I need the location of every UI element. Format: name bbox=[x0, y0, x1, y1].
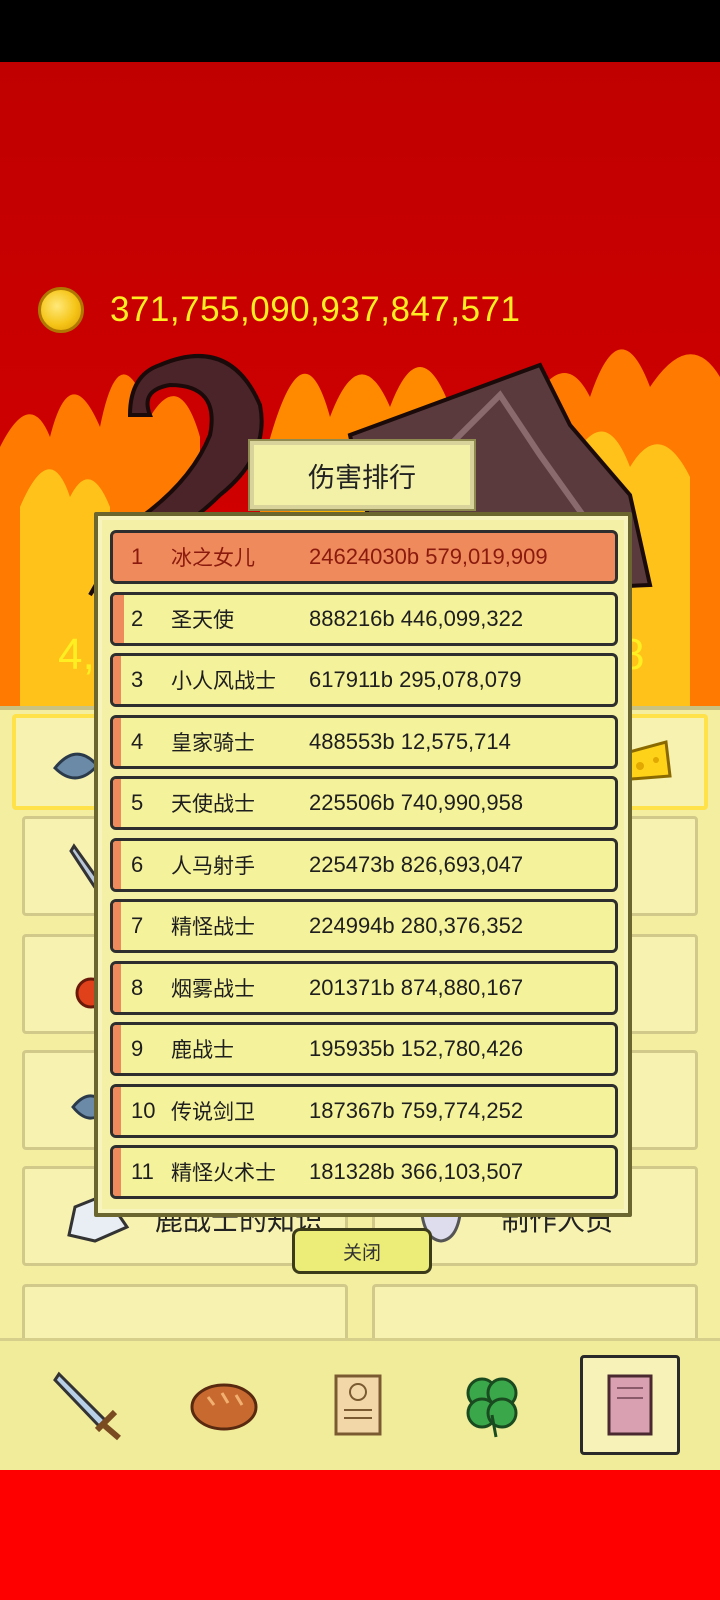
damage-value: 24624030b 579,019,909 bbox=[309, 544, 548, 569]
gold-coin-icon bbox=[38, 287, 84, 333]
ranking-row[interactable]: 4 皇家骑士 488553b 12,575,714 bbox=[110, 714, 618, 769]
status-bar bbox=[0, 0, 720, 62]
rank-number: 9 bbox=[131, 1036, 144, 1061]
rank-number: 5 bbox=[131, 790, 144, 815]
ranking-row[interactable]: 3 小人风战士 617911b 295,078,079 bbox=[110, 653, 618, 707]
close-button[interactable]: 关闭 bbox=[292, 1228, 432, 1274]
hero-name: 冰之女儿 bbox=[171, 546, 255, 570]
damage-value: 225473b 826,693,047 bbox=[309, 851, 524, 877]
hero-name: 圣天使 bbox=[171, 607, 234, 632]
damage-ranking-modal: 1 冰之女儿 24624030b 579,019,909 2 圣天使 888216b 44… bbox=[94, 512, 632, 1217]
hero-name: 传说剑卫 bbox=[171, 1099, 255, 1124]
currency-amount: 371,755,090,937,847,571 bbox=[110, 290, 521, 329]
ranking-row[interactable]: 11 精怪火术士 181328b 366,103,507 bbox=[110, 1145, 618, 1199]
damage-share-bar bbox=[113, 656, 121, 704]
damage-value: 181328b 366,103,507 bbox=[309, 1159, 524, 1184]
rank-number: 3 bbox=[131, 667, 144, 692]
damage-value: 195935b 152,780,426 bbox=[309, 1036, 524, 1061]
ranking-row[interactable]: 7 精怪战士 224994b 280,376,352 bbox=[110, 899, 618, 953]
damage-share-bar bbox=[113, 1025, 121, 1073]
hero-name: 精怪火术士 bbox=[171, 1161, 276, 1185]
nav-sword-button[interactable] bbox=[40, 1355, 140, 1455]
ranking-row[interactable]: 9 鹿战士 195935b 152,780,426 bbox=[110, 1022, 618, 1076]
rank-number: 7 bbox=[131, 913, 144, 938]
rank-number: 11 bbox=[131, 1159, 154, 1184]
ranking-row[interactable]: 8 烟雾战士 201371b 874,880,167 bbox=[110, 960, 618, 1015]
damage-value: 488553b 12,575,714 bbox=[309, 728, 511, 754]
ranking-row[interactable]: 6 人马射手 225473b 826,693,047 bbox=[110, 837, 618, 892]
rank-number: 1 bbox=[131, 544, 144, 569]
damage-share-bar bbox=[113, 840, 121, 889]
damage-share-bar bbox=[113, 717, 121, 766]
bottom-red-area bbox=[0, 1470, 720, 1600]
nav-bread-button[interactable] bbox=[174, 1355, 274, 1455]
hero-name: 天使战士 bbox=[171, 792, 255, 816]
hero-name: 皇家骑士 bbox=[171, 730, 255, 755]
damage-value: 888216b 446,099,322 bbox=[309, 605, 524, 631]
damage-value: 225506b 740,990,958 bbox=[309, 790, 524, 815]
damage-value: 187367b 759,774,252 bbox=[309, 1097, 524, 1123]
currency-display: 371,755,090,937,847,571 bbox=[38, 286, 521, 334]
ranking-list: 1 冰之女儿 24624030b 579,019,909 2 圣天使 888216b 44… bbox=[110, 530, 618, 1207]
damage-share-bar bbox=[113, 902, 121, 950]
damage-share-bar bbox=[113, 779, 121, 827]
hero-name: 小人风战士 bbox=[171, 669, 276, 693]
damage-share-bar bbox=[113, 594, 124, 643]
ranking-row[interactable]: 5 天使战士 225506b 740,990,958 bbox=[110, 776, 618, 830]
nav-clover-button[interactable] bbox=[442, 1355, 542, 1455]
scroll-icon bbox=[334, 1374, 382, 1436]
damage-value: 224994b 280,376,352 bbox=[309, 913, 524, 938]
hero-name: 鹿战士 bbox=[171, 1038, 234, 1062]
menu-tile-8[interactable] bbox=[372, 1284, 698, 1344]
stat-left-partial: 4, bbox=[58, 630, 95, 679]
damage-value: 617911b 295,078,079 bbox=[309, 667, 522, 692]
rank-number: 8 bbox=[131, 974, 144, 1000]
rank-number: 10 bbox=[131, 1097, 156, 1123]
menu-tile-7[interactable] bbox=[22, 1284, 348, 1344]
rank-number: 6 bbox=[131, 851, 144, 877]
hero-name: 烟雾战士 bbox=[171, 976, 255, 1001]
damage-share-bar bbox=[113, 963, 121, 1012]
clover-icon bbox=[466, 1377, 518, 1438]
nav-book-button[interactable] bbox=[580, 1355, 680, 1455]
bread-icon bbox=[190, 1383, 258, 1431]
ranking-row[interactable]: 1 冰之女儿 24624030b 579,019,909 bbox=[110, 530, 618, 584]
book-icon bbox=[607, 1374, 653, 1436]
ranking-row[interactable]: 10 传说剑卫 187367b 759,774,252 bbox=[110, 1083, 618, 1138]
rank-number: 2 bbox=[131, 605, 144, 631]
hero-name: 精怪战士 bbox=[171, 915, 255, 939]
rank-number: 4 bbox=[131, 728, 144, 754]
bottom-nav bbox=[0, 1338, 720, 1470]
damage-share-bar bbox=[113, 1148, 121, 1196]
hero-name: 人马射手 bbox=[171, 853, 255, 878]
ranking-title: 伤害排行 bbox=[248, 439, 476, 511]
ranking-row[interactable]: 2 圣天使 888216b 446,099,322 bbox=[110, 591, 618, 646]
damage-value: 201371b 874,880,167 bbox=[309, 974, 524, 1000]
sword-icon bbox=[53, 1371, 121, 1441]
damage-share-bar bbox=[113, 1086, 121, 1135]
nav-scroll-button[interactable] bbox=[308, 1355, 408, 1455]
